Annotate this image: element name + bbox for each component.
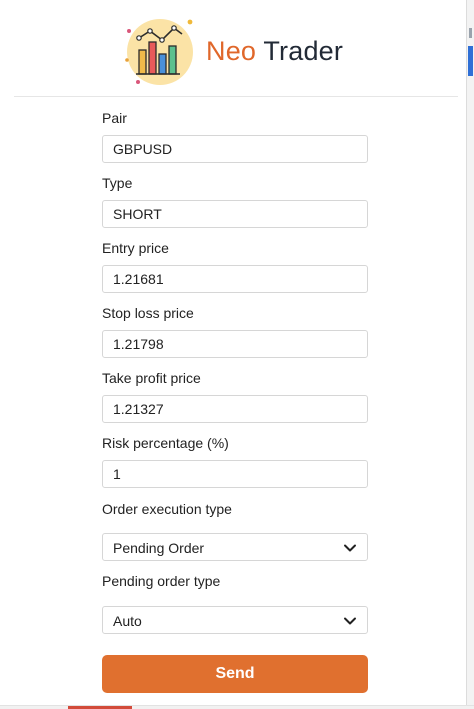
entry-price-input[interactable] xyxy=(102,265,368,293)
take-profit-price-input[interactable] xyxy=(102,395,368,423)
pending-order-type-value: Auto xyxy=(113,613,142,629)
order-execution-type-value: Pending Order xyxy=(113,540,205,556)
window-edge-accent xyxy=(468,46,473,76)
stop-loss-price-label: Stop loss price xyxy=(102,305,194,321)
pending-order-type-select[interactable]: Auto xyxy=(102,606,368,634)
send-button[interactable]: Send xyxy=(102,655,368,693)
stop-loss-price-input[interactable] xyxy=(102,330,368,358)
chevron-down-icon xyxy=(344,617,356,625)
type-input[interactable] xyxy=(102,200,368,228)
risk-percentage-input[interactable] xyxy=(102,460,368,488)
pair-input[interactable] xyxy=(102,135,368,163)
window-right-edge xyxy=(466,0,474,709)
pair-label: Pair xyxy=(102,110,127,126)
pending-order-type-label: Pending order type xyxy=(102,573,221,589)
brand-title-second: Trader xyxy=(263,36,344,66)
order-execution-type-select[interactable]: Pending Order xyxy=(102,533,368,561)
chevron-down-icon xyxy=(344,544,356,552)
chart-logo-icon xyxy=(125,19,193,85)
app-header: Neo Trader xyxy=(0,14,466,88)
header-divider xyxy=(14,96,458,97)
type-label: Type xyxy=(102,175,133,191)
window-edge-mark xyxy=(469,28,472,38)
entry-price-label: Entry price xyxy=(102,240,169,256)
trade-form: Pair Type Entry price Stop loss price Ta… xyxy=(102,108,368,693)
brand-title-first: Neo xyxy=(206,36,257,66)
risk-percentage-label: Risk percentage (%) xyxy=(102,435,229,451)
brand-title: Neo Trader xyxy=(206,36,343,67)
take-profit-price-label: Take profit price xyxy=(102,370,201,386)
order-execution-type-label: Order execution type xyxy=(102,501,232,517)
